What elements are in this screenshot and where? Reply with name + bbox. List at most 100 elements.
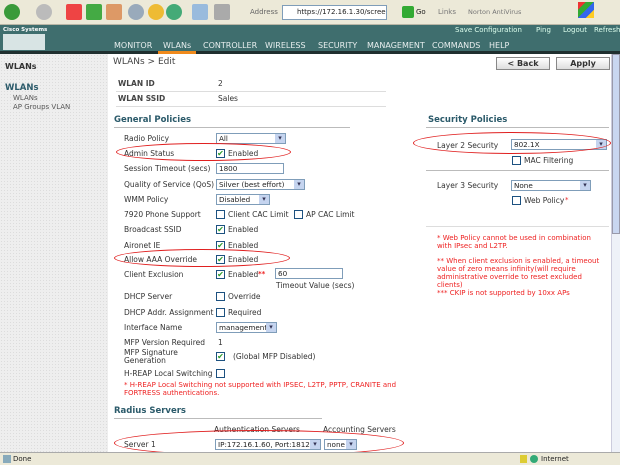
security-policies-heading: Security Policies bbox=[428, 115, 508, 125]
wmm-policy-label: WMM Policy bbox=[124, 195, 169, 204]
forward-icon[interactable] bbox=[36, 4, 52, 20]
radio-policy-label: Radio Policy bbox=[124, 134, 170, 143]
print-icon[interactable] bbox=[214, 4, 230, 20]
nav-wlans[interactable]: WLANs bbox=[163, 41, 191, 50]
dhcp-override-checkbox[interactable] bbox=[216, 292, 225, 301]
timeout-value-label: Timeout Value (secs) bbox=[276, 281, 355, 290]
search-icon[interactable] bbox=[128, 4, 144, 20]
address-label: Address bbox=[250, 8, 278, 16]
nav-security[interactable]: SECURITY bbox=[318, 41, 357, 50]
web-policy-checkbox[interactable] bbox=[512, 196, 521, 205]
mfp-signature-checkbox[interactable]: ✔ bbox=[216, 352, 225, 361]
hreap-note: * H-REAP Local Switching not supported w… bbox=[124, 381, 397, 389]
save-configuration-link[interactable]: Save Configuration bbox=[455, 26, 522, 34]
cisco-header: Cisco Systems Save Configuration Ping Lo… bbox=[0, 25, 620, 54]
interface-name-label: Interface Name bbox=[124, 323, 183, 332]
browser-toolbar: Address https://172.16.1.30/screens/fra … bbox=[0, 0, 620, 25]
mail-icon[interactable] bbox=[192, 4, 208, 20]
favorites-icon[interactable] bbox=[148, 4, 164, 20]
nav-commands[interactable]: COMMANDS bbox=[432, 41, 480, 50]
scrollbar-thumb[interactable] bbox=[612, 54, 620, 234]
breadcrumb: WLANs > Edit bbox=[113, 57, 176, 67]
layer3-security-label: Layer 3 Security bbox=[437, 181, 499, 190]
nav-management[interactable]: MANAGEMENT bbox=[367, 41, 425, 50]
mac-filtering-text: MAC Filtering bbox=[524, 156, 574, 165]
dhcp-required-checkbox[interactable] bbox=[216, 308, 225, 317]
highlight-oval bbox=[413, 132, 611, 154]
nav-help[interactable]: HELP bbox=[489, 41, 509, 50]
aironet-ie-label: Aironet IE bbox=[124, 241, 161, 250]
sidebar-section-wlans[interactable]: WLANs bbox=[5, 83, 39, 93]
history-icon[interactable] bbox=[166, 4, 182, 20]
qos-select[interactable]: Silver (best effort) bbox=[216, 179, 305, 190]
sidebar: WLANs WLANs WLANs AP Groups VLAN bbox=[0, 54, 108, 452]
exclusion-timeout-input[interactable]: 60 bbox=[275, 268, 343, 279]
wlan-id-label: WLAN ID bbox=[118, 79, 155, 88]
mfp-signature-label-2: Generation bbox=[124, 356, 166, 365]
page-icon bbox=[3, 455, 11, 463]
go-button[interactable]: Go bbox=[416, 8, 426, 16]
lock-icon bbox=[520, 455, 527, 463]
divider bbox=[114, 418, 322, 419]
back-button[interactable]: < Back bbox=[496, 57, 550, 70]
cisco-logo: Cisco Systems bbox=[3, 27, 48, 33]
general-policies-heading: General Policies bbox=[114, 115, 192, 125]
nav-controller[interactable]: CONTROLLER bbox=[203, 41, 257, 50]
radius-servers-heading: Radius Servers bbox=[114, 406, 186, 416]
divider bbox=[426, 170, 609, 171]
sidebar-title: WLANs bbox=[5, 62, 37, 71]
client-exclusion-note-mark: ** bbox=[258, 270, 266, 278]
divider bbox=[116, 106, 386, 107]
security-note: clients) bbox=[437, 281, 463, 289]
sidebar-item-ap-groups-vlan[interactable]: AP Groups VLAN bbox=[13, 103, 70, 111]
layer3-security-select[interactable]: None bbox=[511, 180, 591, 191]
address-bar[interactable]: https://172.16.1.30/screens/fra bbox=[282, 5, 387, 20]
interface-name-select[interactable]: management bbox=[216, 322, 277, 333]
divider bbox=[114, 127, 350, 128]
broadcast-ssid-checkbox[interactable]: ✔ bbox=[216, 225, 225, 234]
sidebar-item-wlans[interactable]: WLANs bbox=[13, 94, 38, 102]
ap-cac-limit-checkbox[interactable] bbox=[294, 210, 303, 219]
security-note: ** When client exclusion is enabled, a t… bbox=[437, 257, 600, 265]
nav-wireless[interactable]: WIRELESS bbox=[265, 41, 306, 50]
highlight-oval bbox=[114, 249, 290, 267]
dhcp-addr-label: DHCP Addr. Assignment bbox=[124, 308, 214, 317]
hreap-label: H-REAP Local Switching bbox=[124, 369, 213, 378]
apply-button[interactable]: Apply bbox=[556, 57, 610, 70]
web-policy-note-mark: * bbox=[565, 196, 569, 204]
wlan-ssid-value: Sales bbox=[218, 94, 238, 103]
mfp-version-value: 1 bbox=[218, 338, 223, 347]
session-timeout-input[interactable]: 1800 bbox=[216, 163, 284, 174]
ping-link[interactable]: Ping bbox=[536, 26, 551, 34]
main-content: WLANs > Edit < Back Apply WLAN ID 2 WLAN… bbox=[108, 54, 611, 456]
divider bbox=[426, 127, 609, 128]
broadcast-ssid-text: Enabled bbox=[228, 225, 259, 234]
client-exclusion-checkbox[interactable]: ✔ bbox=[216, 270, 225, 279]
client-cac-limit-checkbox[interactable] bbox=[216, 210, 225, 219]
status-bar: Done Internet bbox=[0, 452, 620, 465]
mfp-global-status: (Global MFP Disabled) bbox=[233, 352, 316, 361]
globe-icon bbox=[530, 455, 538, 463]
home-icon[interactable] bbox=[106, 4, 122, 20]
go-icon[interactable] bbox=[402, 6, 414, 18]
back-icon[interactable] bbox=[4, 4, 20, 20]
vertical-scrollbar[interactable] bbox=[611, 54, 620, 452]
norton-label[interactable]: Norton AntiVirus bbox=[468, 8, 521, 16]
divider bbox=[426, 226, 609, 227]
refresh-link[interactable]: Refresh bbox=[594, 26, 620, 34]
stop-icon[interactable] bbox=[66, 4, 82, 20]
hreap-checkbox[interactable] bbox=[216, 369, 225, 378]
links-button[interactable]: Links bbox=[438, 8, 456, 16]
ap-cac-limit-text: AP CAC Limit bbox=[306, 210, 355, 219]
wmm-policy-select[interactable]: Disabled bbox=[216, 194, 270, 205]
logout-link[interactable]: Logout bbox=[563, 26, 587, 34]
nav-monitor[interactable]: MONITOR bbox=[114, 41, 152, 50]
refresh-icon[interactable] bbox=[86, 4, 102, 20]
wlan-ssid-label: WLAN SSID bbox=[118, 94, 166, 103]
status-text: Done bbox=[13, 455, 32, 463]
windows-logo-icon bbox=[578, 2, 594, 18]
security-note: * Web Policy cannot be used in combinati… bbox=[437, 234, 591, 242]
client-exclusion-text: Enabled bbox=[228, 270, 259, 279]
mac-filtering-checkbox[interactable] bbox=[512, 156, 521, 165]
security-note: value of zero means infinity(will requir… bbox=[437, 265, 576, 273]
